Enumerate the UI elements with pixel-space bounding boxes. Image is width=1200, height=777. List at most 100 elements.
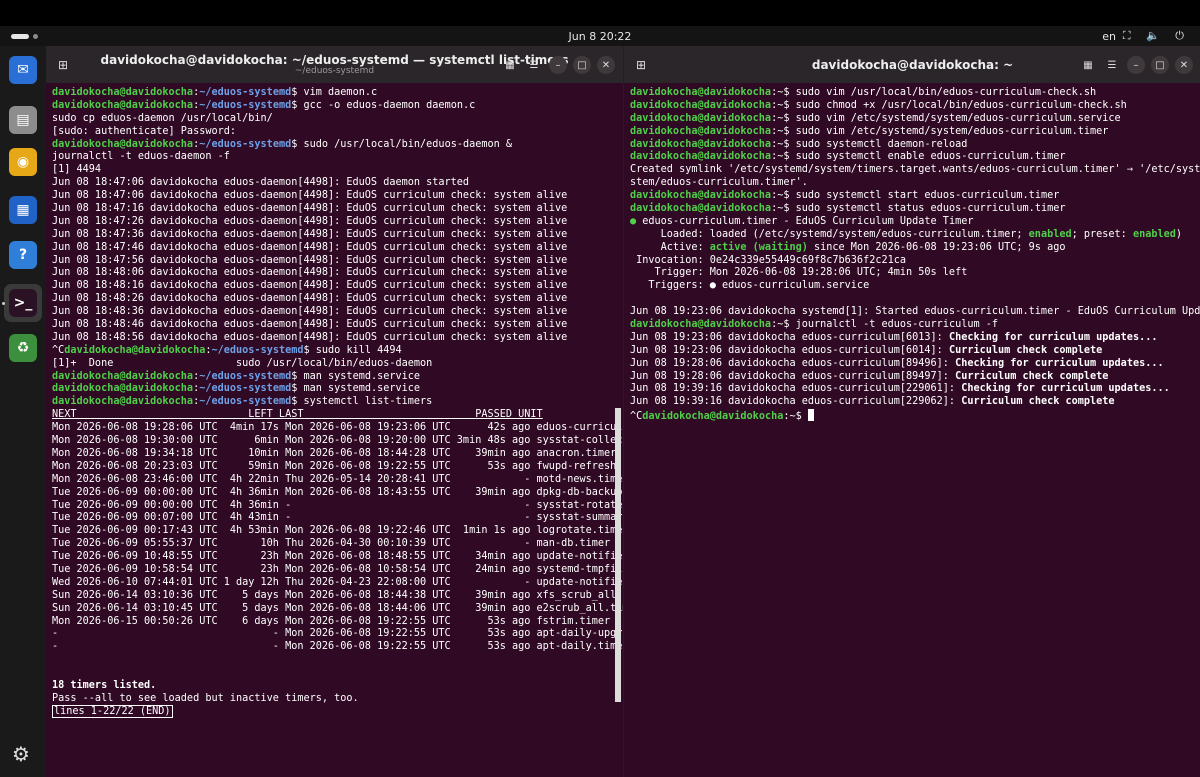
terminal-line: Jun 08 18:47:16 davidokocha eduos-daemon…: [52, 203, 623, 216]
terminal-text: Jun 08 18:47:56 davidokocha eduos-daemon…: [52, 254, 568, 266]
terminal-line: Tue 2026-06-09 00:07:00 UTC 4h 43min - -…: [52, 512, 623, 525]
maximize-button[interactable]: □: [573, 56, 591, 74]
thunderbird-icon[interactable]: ✉: [7, 54, 39, 86]
terminal-text: Pass --all to see loaded but inactive ti…: [52, 692, 359, 704]
terminal-text: Mon 2026-06-08 19:34:18 UTC 10min Mon 20…: [52, 447, 617, 459]
terminal-text: $ man systemd.service: [291, 370, 421, 382]
terminal-text: ): [1175, 228, 1183, 240]
terminal-text: ~/eduos-systemd: [199, 383, 292, 395]
terminal-output[interactable]: davidokocha@davidokocha:~/eduos-systemd$…: [52, 87, 623, 777]
terminal-output[interactable]: davidokocha@davidokocha:~$ sudo vim /usr…: [630, 87, 1200, 777]
terminal-line: Mon 2026-06-08 19:28:06 UTC 4min 17s Mon…: [52, 422, 623, 435]
maximize-button[interactable]: □: [1151, 56, 1169, 74]
terminal-window-left[interactable]: ⊞ davidokocha@davidokocha: ~/eduos-syste…: [46, 46, 623, 777]
terminal-text: davidokocha@davidokocha: [52, 396, 194, 408]
titlebar[interactable]: ⊞ davidokocha@davidokocha: ~ ▦ ☰ – □ ✕: [624, 46, 1200, 83]
app-glyph: ?: [9, 241, 37, 269]
terminal-text: Curriculum check complete: [948, 344, 1103, 356]
terminal-line: Jun 08 18:47:46 davidokocha eduos-daemon…: [52, 242, 623, 255]
terminal-line: Sun 2026-06-14 03:10:36 UTC 5 days Mon 2…: [52, 590, 623, 603]
terminal-line: Trigger: Mon 2026-06-08 19:28:06 UTC; 4m…: [630, 267, 1200, 280]
app-glyph: ▤: [9, 106, 37, 134]
terminal-line: davidokocha@davidokocha:~/eduos-systemd$…: [52, 371, 623, 384]
terminal-line: Jun 08 19:39:16 davidokocha eduos-curric…: [630, 383, 1200, 396]
terminal-text: Sun 2026-06-14 03:10:45 UTC 5 days Mon 2…: [52, 602, 623, 614]
terminal-text: davidokocha@davidokocha: [52, 138, 194, 150]
writer-icon[interactable]: ▦: [7, 194, 39, 226]
terminal-line: Pass --all to see loaded but inactive ti…: [52, 693, 623, 706]
terminal-line: - - Mon 2026-06-08 19:22:55 UTC 53s ago …: [52, 628, 623, 641]
terminal-line: Jun 08 19:23:06 davidokocha systemd[1]: …: [630, 306, 1200, 319]
terminal-line: davidokocha@davidokocha:~$ sudo vim /etc…: [630, 113, 1200, 126]
terminal-text: :~$ sudo systemctl status eduos-curricul…: [771, 203, 1066, 215]
clock[interactable]: Jun 8 20:22: [0, 30, 1200, 43]
tab-overview-icon[interactable]: ▦: [1079, 56, 1097, 74]
terminal-text: $ systemctl list-timers: [291, 396, 433, 408]
terminal-text: Mon 2026-06-15 00:50:26 UTC 6 days Mon 2…: [52, 615, 611, 627]
terminal-line: Tue 2026-06-09 10:48:55 UTC 23h Mon 2026…: [52, 551, 623, 564]
trash-icon[interactable]: ♻: [7, 332, 39, 364]
show-apps-icon[interactable]: ⚙: [12, 742, 34, 766]
terminal-line: Jun 08 19:23:06 davidokocha eduos-curric…: [630, 332, 1200, 345]
terminal-text: davidokocha@davidokocha: [630, 319, 772, 331]
terminal-line: Jun 08 18:48:46 davidokocha eduos-daemon…: [52, 319, 623, 332]
terminal-text: ~/eduos-systemd: [199, 99, 292, 111]
terminal-text: eduos-curriculum.timer - EduOS Curriculu…: [636, 215, 974, 227]
keyboard-layout-indicator[interactable]: en: [1102, 30, 1116, 43]
terminal-line: davidokocha@davidokocha:~/eduos-systemd$…: [52, 87, 623, 100]
close-button[interactable]: ✕: [1175, 56, 1193, 74]
terminal-window-right[interactable]: ⊞ davidokocha@davidokocha: ~ ▦ ☰ – □ ✕ d…: [623, 46, 1200, 777]
terminal-line: Jun 08 18:48:56 davidokocha eduos-daemon…: [52, 332, 623, 345]
terminal-text: Jun 08 18:47:26 davidokocha eduos-daemon…: [52, 215, 568, 227]
rhythmbox-icon[interactable]: ◉: [7, 146, 39, 178]
terminal-text: Wed 2026-06-10 07:44:01 UTC 1 day 12h Th…: [52, 576, 623, 588]
terminal-text: ~/eduos-systemd: [199, 87, 292, 98]
scrollbar[interactable]: [615, 408, 621, 702]
terminal-text: Mon 2026-06-08 23:46:00 UTC 4h 22min Thu…: [52, 473, 623, 485]
terminal-line: Mon 2026-06-08 20:23:03 UTC 59min Mon 20…: [52, 461, 623, 474]
help-icon[interactable]: ?: [7, 239, 39, 271]
system-tray[interactable]: ⛶ 🔈 ⏻: [1123, 29, 1190, 43]
app-glyph: >_: [9, 289, 37, 317]
terminal-text: Loaded: loaded (/etc/systemd/system/eduo…: [630, 228, 1029, 240]
terminal-text: davidokocha@davidokocha: [52, 383, 194, 395]
terminal-text: davidokocha@davidokocha: [630, 190, 772, 202]
terminal-icon[interactable]: >_: [4, 284, 42, 322]
terminal-text: Tue 2026-06-09 10:48:55 UTC 23h Mon 2026…: [52, 551, 623, 563]
terminal-line: Invocation: 0e24c339e55449c69f8c7b636f2c…: [630, 255, 1200, 268]
terminal-line: Active: active (waiting) since Mon 2026-…: [630, 242, 1200, 255]
terminal-text: $ man systemd.service: [291, 383, 421, 395]
tab-overview-icon[interactable]: ▦: [501, 56, 519, 74]
files-icon[interactable]: ▤: [7, 104, 39, 136]
terminal-text: Jun 08 18:47:16 davidokocha eduos-daemon…: [52, 203, 568, 215]
terminal-text: Jun 08 18:47:46 davidokocha eduos-daemon…: [52, 241, 568, 253]
terminal-line: davidokocha@davidokocha:~$ sudo systemct…: [630, 190, 1200, 203]
terminal-text: Checking for curriculum updates...: [955, 357, 1164, 369]
titlebar[interactable]: ⊞ davidokocha@davidokocha: ~/eduos-syste…: [46, 46, 623, 83]
terminal-line: Tue 2026-06-09 10:58:54 UTC 23h Mon 2026…: [52, 564, 623, 577]
terminal-text: enabled: [1132, 228, 1176, 240]
terminal-line: Jun 08 19:28:06 davidokocha eduos-curric…: [630, 358, 1200, 371]
terminal-text: 18 timers listed.: [52, 679, 157, 691]
terminal-line: NEXT LEFT LAST PASSED UNIT: [52, 409, 623, 422]
close-button[interactable]: ✕: [597, 56, 615, 74]
terminal-line: 18 timers listed.: [52, 680, 623, 693]
terminal-line: [1] 4494: [52, 164, 623, 177]
minimize-button[interactable]: –: [1127, 56, 1145, 74]
menu-icon[interactable]: ☰: [525, 56, 543, 74]
terminal-text: Triggers: ● eduos-curriculum.service: [630, 280, 870, 292]
terminal-text: davidokocha@davidokocha: [642, 411, 784, 423]
menu-icon[interactable]: ☰: [1103, 56, 1121, 74]
terminal-text: Tue 2026-06-09 05:55:37 UTC 10h Thu 2026…: [52, 538, 611, 550]
terminal-line: Tue 2026-06-09 00:00:00 UTC 4h 36min - -…: [52, 500, 623, 513]
terminal-line: Jun 08 18:48:36 davidokocha eduos-daemon…: [52, 306, 623, 319]
terminal-text: davidokocha@davidokocha: [630, 99, 772, 111]
terminal-text: davidokocha@davidokocha: [64, 344, 206, 356]
terminal-text: :~$ sudo systemctl daemon-reload: [771, 138, 968, 150]
terminal-text: Jun 08 18:48:56 davidokocha eduos-daemon…: [52, 331, 568, 343]
minimize-button[interactable]: –: [549, 56, 567, 74]
terminal-line: davidokocha@davidokocha:~/eduos-systemd$…: [52, 139, 623, 152]
terminal-line: Loaded: loaded (/etc/systemd/system/eduo…: [630, 229, 1200, 242]
terminal-line: sudo cp eduos-daemon /usr/local/bin/: [52, 113, 623, 126]
